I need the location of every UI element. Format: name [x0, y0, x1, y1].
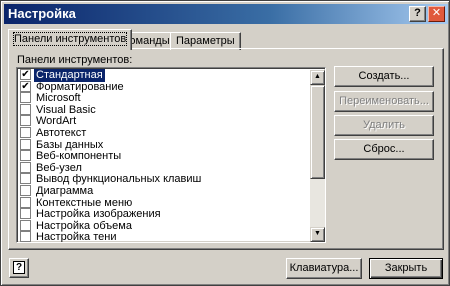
scroll-down-button[interactable]: ▼ — [310, 227, 325, 242]
arrow-down-icon: ▼ — [314, 230, 321, 237]
tab-options-label: Параметры — [176, 35, 235, 47]
create-button[interactable]: Создать... — [334, 66, 434, 87]
checkbox[interactable] — [20, 173, 31, 185]
tab-panel: Панели инструментов: ✔ Стандартная ✔ Формат… — [8, 48, 444, 250]
checkbox[interactable] — [20, 127, 31, 138]
delete-button[interactable]: Удалить — [334, 115, 434, 136]
title-bar[interactable]: Настройка ? ✕ — [4, 4, 448, 24]
checkbox[interactable] — [20, 219, 31, 231]
list-item[interactable]: Настройка тени — [19, 231, 309, 243]
checkbox[interactable] — [20, 208, 31, 220]
toolbars-list[interactable]: ✔ Стандартная ✔ Форматирование Microsoft Visu… — [16, 67, 326, 243]
checkbox[interactable] — [20, 92, 31, 104]
keyboard-button[interactable]: Клавиатура... — [286, 258, 362, 279]
close-dialog-button[interactable]: Закрыть — [369, 258, 443, 279]
checkbox[interactable]: ✔ — [20, 69, 31, 80]
checkbox[interactable] — [20, 150, 31, 162]
scroll-up-button[interactable]: ▲ — [310, 70, 325, 85]
toolbars-list-label: Панели инструментов: — [17, 54, 133, 66]
list-scrollbar[interactable]: ▲ ▼ — [310, 70, 325, 242]
tab-toolbars[interactable]: Панели инструментов — [8, 29, 133, 50]
close-button[interactable]: ✕ — [428, 6, 445, 22]
close-icon: ✕ — [431, 7, 442, 19]
checkbox[interactable]: ✔ — [20, 80, 31, 92]
help-icon: ? — [13, 261, 25, 274]
scroll-thumb[interactable] — [310, 85, 325, 179]
checkbox[interactable] — [20, 161, 31, 173]
checkbox[interactable] — [20, 115, 31, 127]
customize-dialog: Настройка ? ✕ Панели инструментов Команд… — [0, 0, 450, 286]
list-item-label: Настройка тени — [36, 231, 117, 243]
checkbox[interactable] — [20, 185, 31, 196]
help-icon: ? — [414, 7, 421, 19]
help-button[interactable]: ? — [9, 258, 29, 278]
rename-button[interactable]: Переименовать... — [334, 91, 434, 112]
titlebar-help-button[interactable]: ? — [409, 6, 426, 22]
window-title: Настройка — [8, 6, 76, 21]
reset-button[interactable]: Сброс... — [334, 139, 434, 160]
checkbox[interactable] — [20, 138, 31, 150]
checkbox[interactable] — [20, 231, 31, 242]
arrow-up-icon: ▲ — [314, 73, 321, 80]
checkbox[interactable] — [20, 103, 31, 115]
checkbox[interactable] — [20, 196, 31, 208]
tab-toolbars-label: Панели инструментов — [12, 32, 128, 46]
